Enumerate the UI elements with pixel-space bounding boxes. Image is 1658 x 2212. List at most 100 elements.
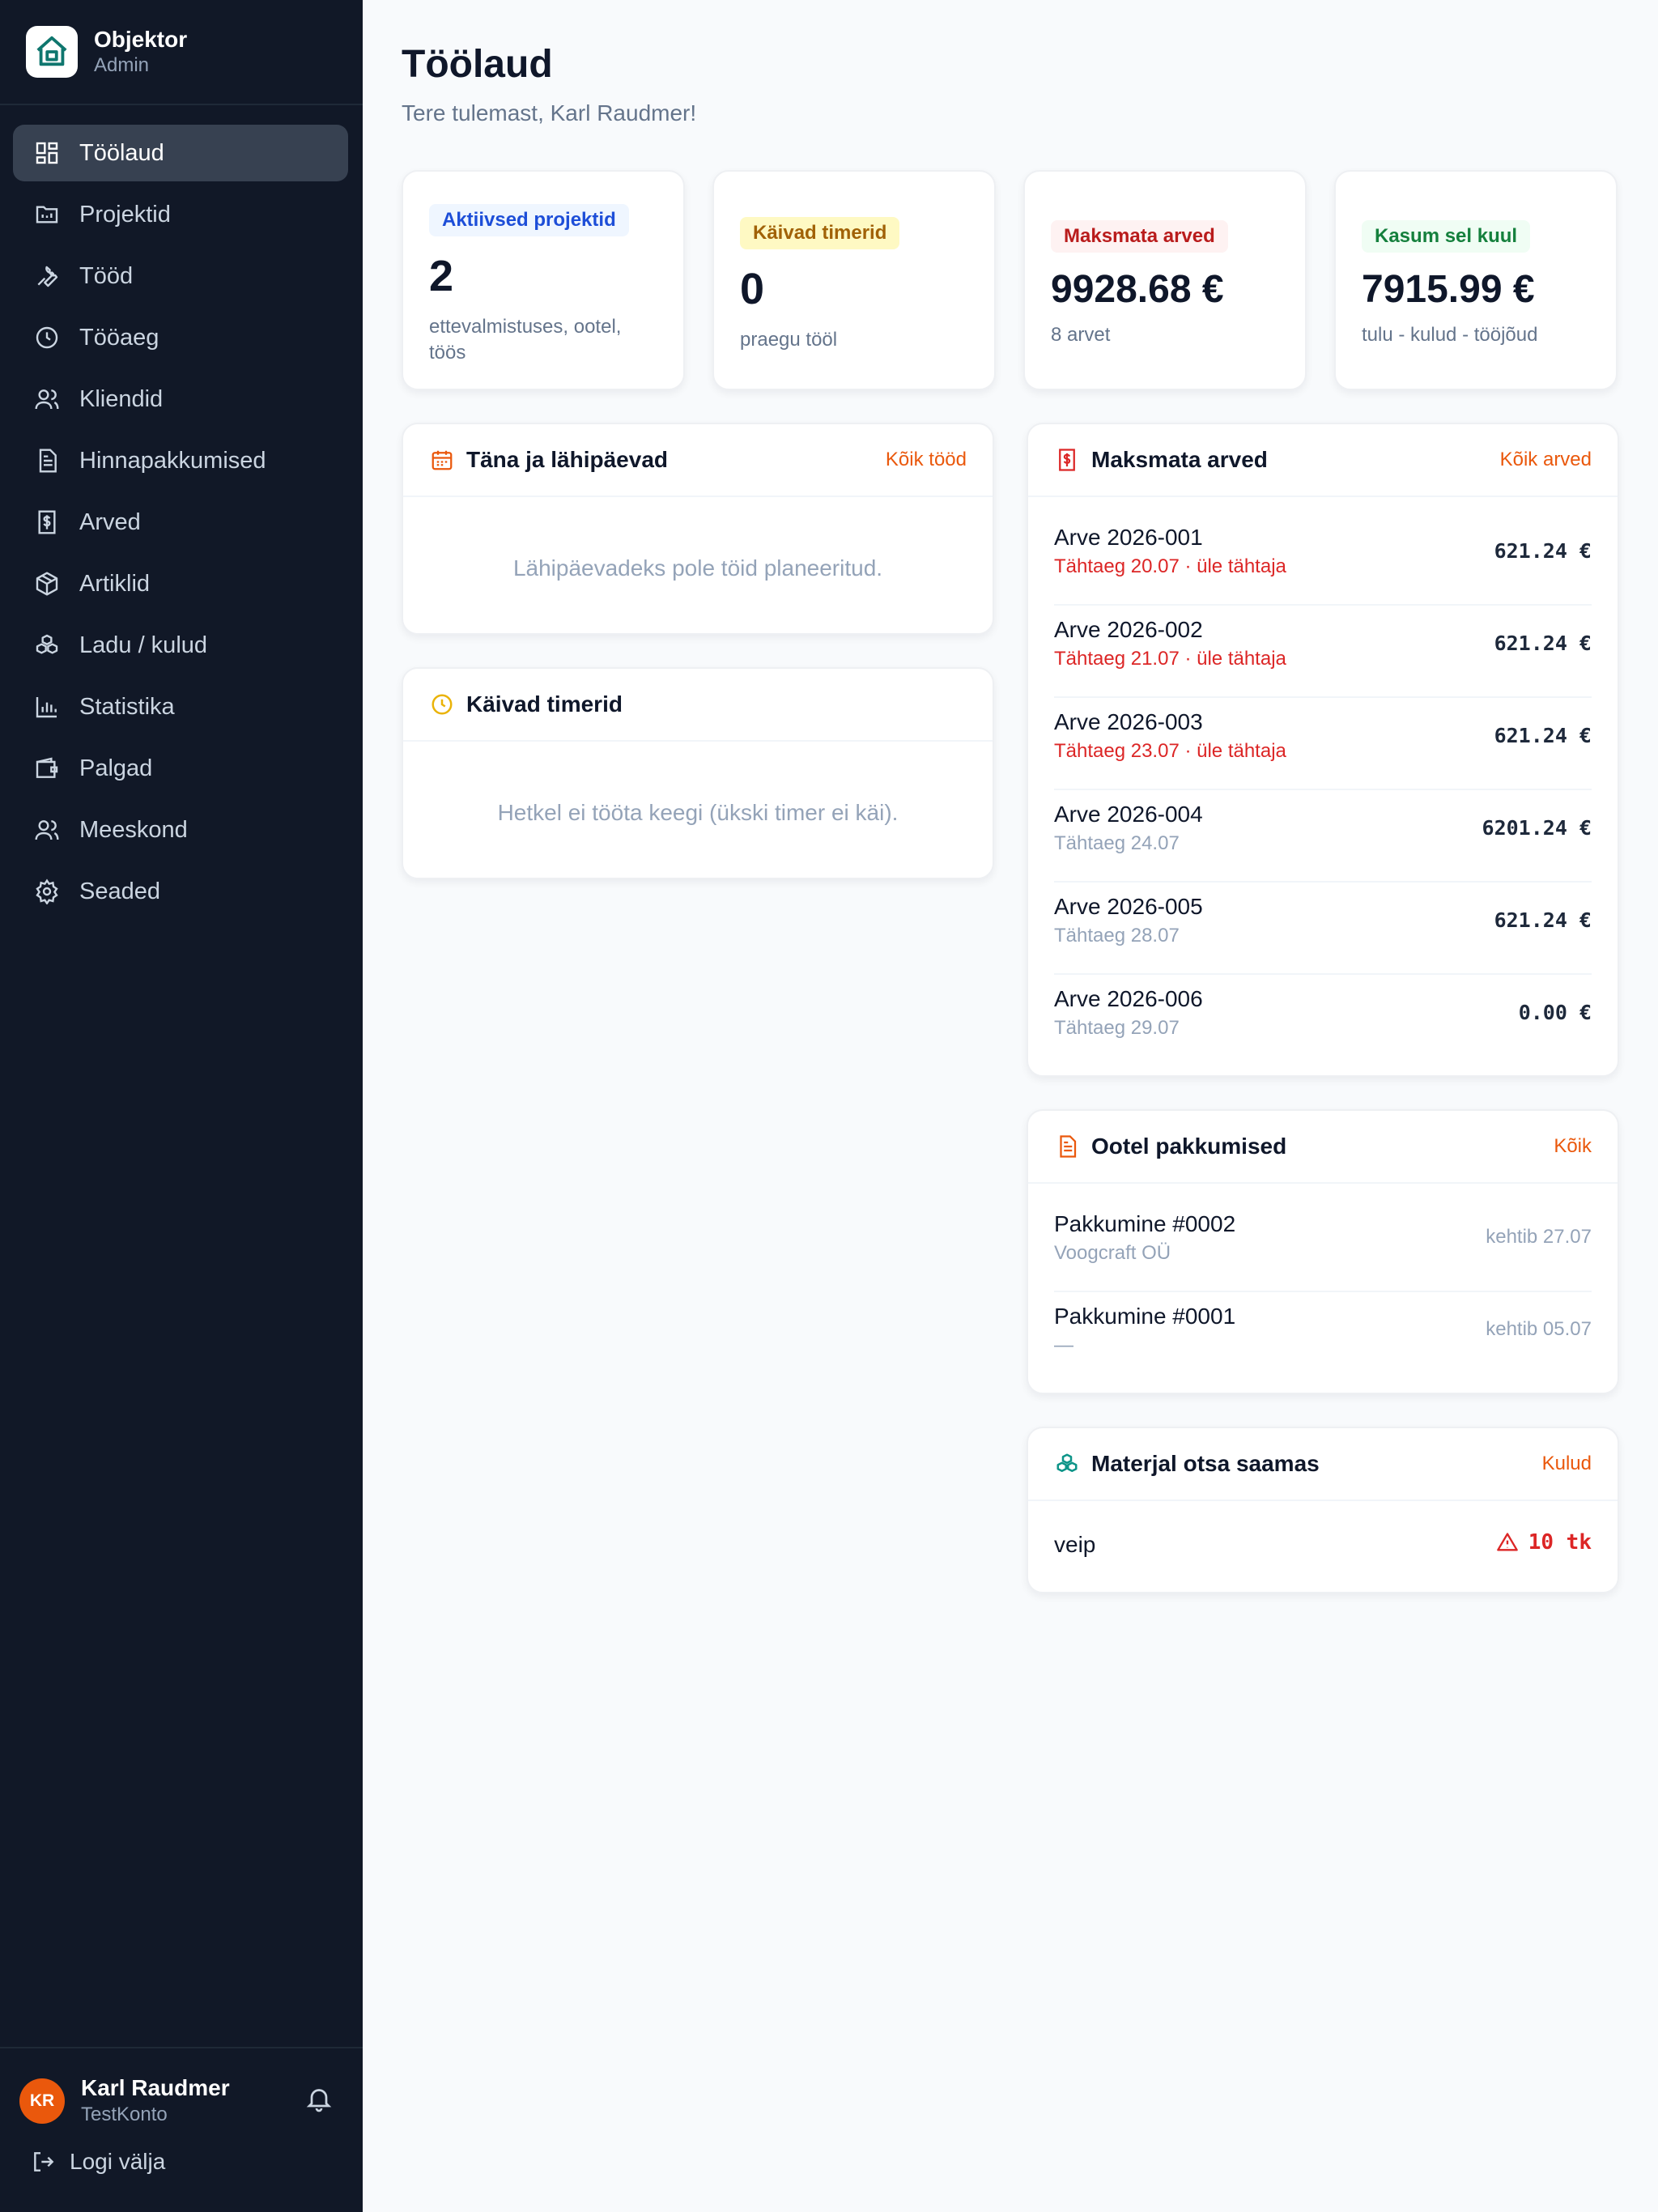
invoice-title: Arve 2026-002 [1054, 617, 1203, 642]
invoice-title: Arve 2026-003 [1054, 709, 1203, 734]
stat-value: 0 [740, 265, 765, 313]
bell-icon[interactable] [304, 2084, 334, 2117]
all-offers-link[interactable]: Kõik [1554, 1135, 1592, 1158]
nav-item-projektid[interactable]: Projektid [13, 186, 348, 243]
all-invoices-link[interactable]: Kõik arved [1500, 449, 1592, 471]
invoice-due: Tähtaeg 20.07 · üle tähtaja [1054, 555, 1286, 577]
offer-title: Pakkumine #0002 [1054, 1211, 1236, 1236]
expenses-link[interactable]: Kulud [1542, 1453, 1592, 1475]
nav-item-toolaud[interactable]: Töölaud [13, 125, 348, 181]
panel-title: Ootel pakkumised [1091, 1134, 1287, 1159]
nav-item-arved[interactable]: Arved [13, 494, 348, 551]
stat-card-active-projects[interactable]: Aktiivsed projektid 2 ettevalmistuses, o… [402, 170, 685, 390]
low-materials-panel: Materjal otsa saamas Kulud veip 10 tk [1027, 1427, 1619, 1593]
offer-client: Voogcraft OÜ [1054, 1242, 1171, 1264]
nav-item-artiklid[interactable]: Artiklid [13, 555, 348, 612]
clock-icon [32, 323, 62, 352]
all-jobs-link[interactable]: Kõik tööd [886, 449, 967, 471]
unpaid-invoices-panel: Maksmata arved Kõik arved Arve 2026-001 … [1027, 423, 1619, 1077]
document-icon [32, 446, 62, 475]
nav-item-palgad[interactable]: Palgad [13, 740, 348, 797]
stat-badge: Aktiivsed projektid [429, 204, 629, 236]
stat-value: 2 [429, 252, 454, 300]
page-title: Töölaud [402, 43, 553, 86]
user-profile[interactable]: KR Karl Raudmer TestKonto [19, 2074, 230, 2128]
invoice-title: Arve 2026-004 [1054, 802, 1203, 827]
empty-message: Hetkel ei tööta keegi (ükski timer ei kä… [497, 800, 899, 825]
invoice-row[interactable]: Arve 2026-001 Tähtaeg 20.07 · üle tähtaj… [1054, 513, 1592, 606]
sidebar-footer: KR Karl Raudmer TestKonto Logi välja [0, 2047, 363, 2212]
material-row[interactable]: veip 10 tk [1054, 1503, 1592, 1593]
stat-card-unpaid-invoices[interactable]: Maksmata arved 9928.68 € 8 arvet [1023, 170, 1307, 390]
invoice-amount: 0.00 € [1518, 1001, 1592, 1024]
invoice-row[interactable]: Arve 2026-004 Tähtaeg 24.07 6201.24 € [1054, 790, 1592, 883]
brand[interactable]: Objektor Admin [0, 0, 363, 105]
nav-label: Töölaud [79, 139, 164, 166]
invoice-icon [1054, 447, 1080, 473]
nav-label: Seaded [79, 878, 160, 904]
invoice-amount: 621.24 € [1494, 539, 1592, 563]
offer-row[interactable]: Pakkumine #0001 — kehtib 05.07 [1054, 1292, 1592, 1385]
nav-label: Palgad [79, 755, 153, 781]
invoice-amount: 621.24 € [1494, 908, 1592, 932]
bar-chart-icon [32, 692, 62, 721]
invoice-due: Tähtaeg 24.07 [1054, 832, 1180, 854]
invoice-row[interactable]: Arve 2026-005 Tähtaeg 28.07 621.24 € [1054, 883, 1592, 975]
pending-offers-panel: Ootel pakkumised Kõik Pakkumine #0002 Vo… [1027, 1109, 1619, 1394]
nav-label: Statistika [79, 693, 175, 720]
nav-item-tooaeg[interactable]: Tööaeg [13, 309, 348, 366]
nav-item-seaded[interactable]: Seaded [13, 863, 348, 920]
app-name: Objektor [94, 27, 188, 52]
stat-card-monthly-profit[interactable]: Kasum sel kuul 7915.99 € tulu - kulud - … [1334, 170, 1618, 390]
nav-label: Arved [79, 508, 141, 535]
panel-title: Maksmata arved [1091, 447, 1268, 472]
timers-panel: Käivad timerid Hetkel ei tööta keegi (ük… [402, 667, 994, 879]
clock-icon [429, 691, 455, 717]
invoice-row[interactable]: Arve 2026-003 Tähtaeg 23.07 · üle tähtaj… [1054, 698, 1592, 790]
offer-valid: kehtib 27.07 [1486, 1226, 1592, 1248]
user-name: Karl Raudmer [81, 2075, 230, 2100]
wrench-icon [32, 262, 62, 291]
logout-button[interactable]: Logi välja [31, 2149, 165, 2175]
invoice-title: Arve 2026-005 [1054, 894, 1203, 919]
avatar: KR [19, 2078, 65, 2124]
nav-label: Tööd [79, 262, 134, 289]
nav-item-tood[interactable]: Tööd [13, 248, 348, 304]
upcoming-panel: Täna ja lähipäevad Kõik tööd Lähipäevade… [402, 423, 994, 635]
offer-valid: kehtib 05.07 [1486, 1318, 1592, 1340]
nav-label: Meeskond [79, 816, 188, 843]
app-logo-icon [26, 26, 78, 78]
material-qty: 10 tk [1496, 1530, 1592, 1555]
offer-client: — [1054, 1334, 1073, 1356]
stat-sub: ettevalmistuses, ootel, töös [429, 316, 622, 364]
invoice-row[interactable]: Arve 2026-006 Tähtaeg 29.07 0.00 € [1054, 975, 1592, 1067]
invoice-title: Arve 2026-001 [1054, 525, 1203, 550]
nav-label: Artiklid [79, 570, 151, 597]
nav-label: Tööaeg [79, 324, 159, 351]
nav-label: Ladu / kulud [79, 632, 208, 658]
nav-item-hinnapakkumised[interactable]: Hinnapakkumised [13, 432, 348, 489]
folder-icon [32, 200, 62, 229]
nav-item-ladu-kulud[interactable]: Ladu / kulud [13, 617, 348, 674]
invoice-amount: 621.24 € [1494, 632, 1592, 655]
nav-item-meeskond[interactable]: Meeskond [13, 802, 348, 858]
material-qty-value: 10 tk [1528, 1530, 1592, 1555]
offer-row[interactable]: Pakkumine #0002 Voogcraft OÜ kehtib 27.0… [1054, 1200, 1592, 1292]
box-icon [32, 569, 62, 598]
boxes-icon [1054, 1451, 1080, 1477]
calendar-icon [429, 447, 455, 473]
invoice-due: Tähtaeg 28.07 [1054, 925, 1180, 946]
invoice-amount: 621.24 € [1494, 724, 1592, 747]
material-name: veip [1054, 1532, 1096, 1557]
dashboard-icon [32, 138, 62, 168]
sidebar: Objektor Admin Töölaud Projektid Tööd Tö… [0, 0, 363, 2212]
nav-label: Kliendid [79, 385, 164, 412]
nav-item-kliendid[interactable]: Kliendid [13, 371, 348, 428]
main-nav: Töölaud Projektid Tööd Tööaeg Kliendid H… [13, 125, 348, 925]
invoice-title: Arve 2026-006 [1054, 986, 1203, 1011]
invoice-row[interactable]: Arve 2026-002 Tähtaeg 21.07 · üle tähtaj… [1054, 606, 1592, 698]
panel-title: Materjal otsa saamas [1091, 1451, 1320, 1476]
nav-item-statistika[interactable]: Statistika [13, 678, 348, 735]
panel-title: Täna ja lähipäevad [466, 447, 668, 472]
stat-card-running-timers[interactable]: Käivad timerid 0 praegu tööl [712, 170, 996, 390]
